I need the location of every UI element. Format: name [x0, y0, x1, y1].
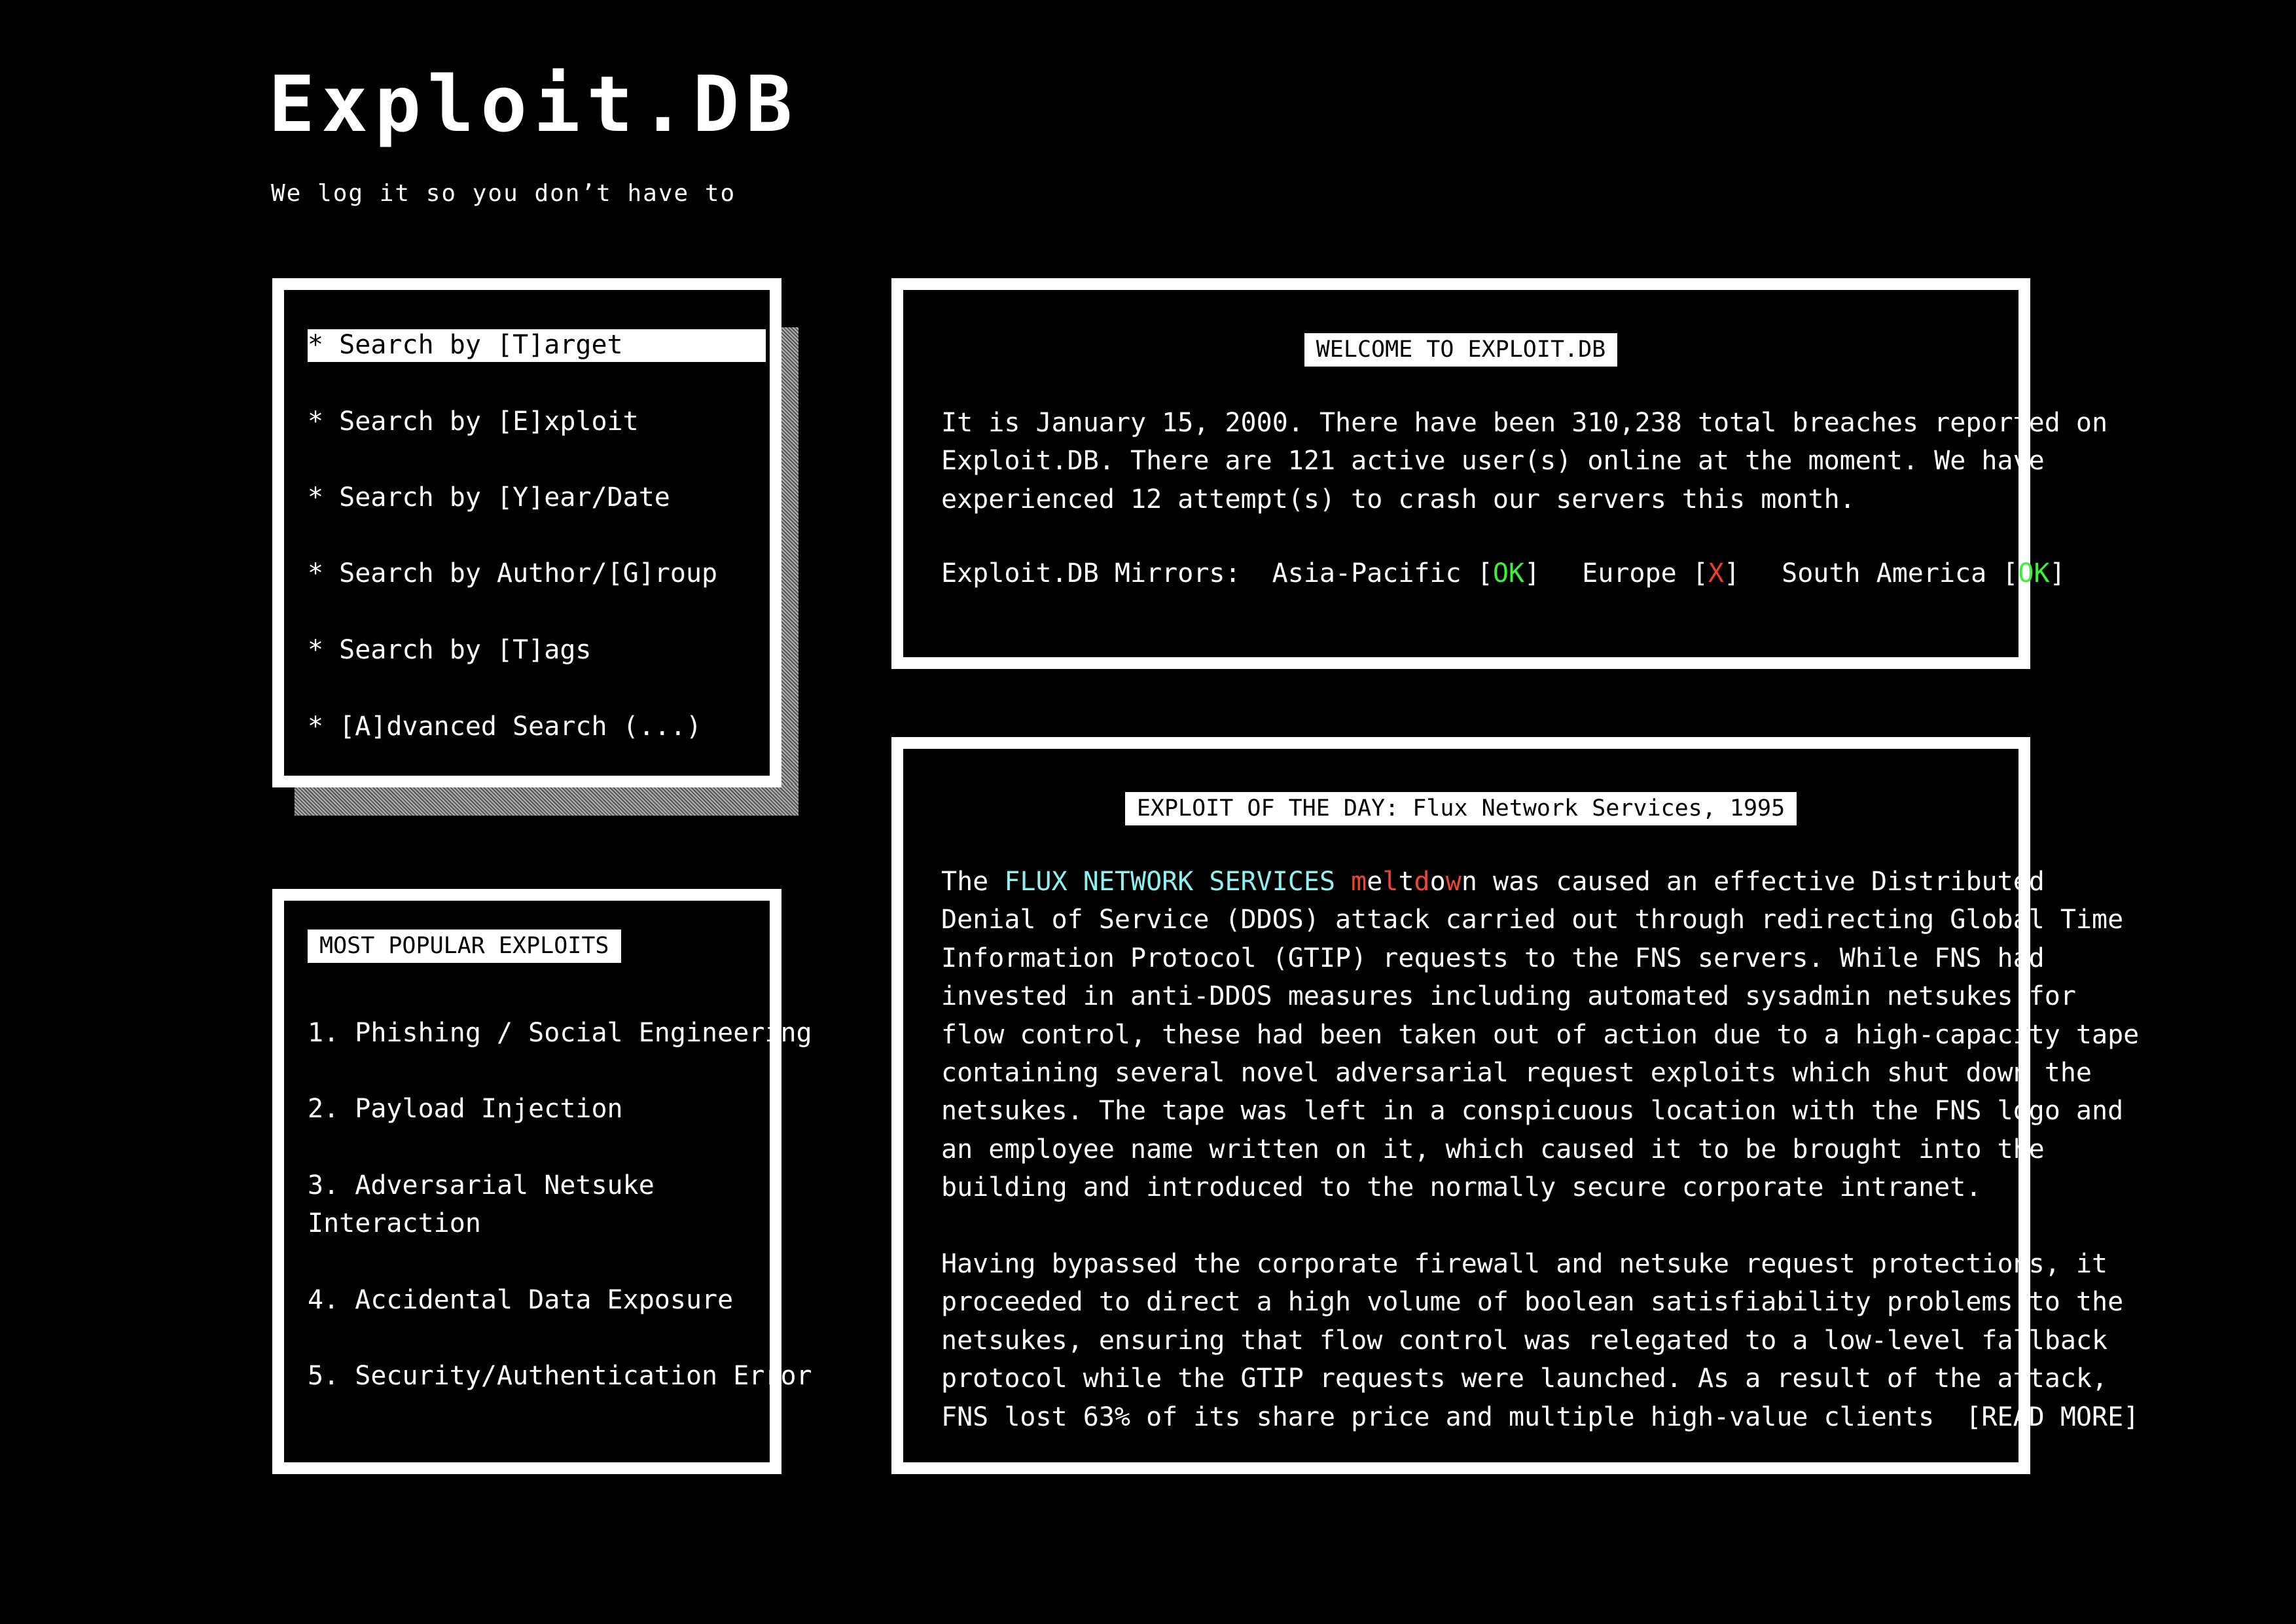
exploit-p1-line-6: netsukes. The tape was left in a conspic…	[941, 1096, 2124, 1127]
intro-company: FLUX NETWORK SERVICES	[1004, 867, 1336, 897]
exploit-p1-line-1: Denial of Service (DDOS) attack carried …	[941, 905, 2124, 935]
mirrors-status: Exploit.DB Mirrors: Asia-Pacific [OK] Eu…	[941, 560, 2066, 586]
meltdown-letter: o	[1429, 867, 1446, 897]
site-tagline: We log it so you don’t have to	[271, 180, 736, 207]
search-menu-shadow	[780, 327, 798, 816]
welcome-heading-wrap: WELCOME TO EXPLOIT.DB	[903, 333, 2018, 367]
exploit-p1-line-4: flow control, these had been taken out o…	[941, 1019, 2140, 1050]
exploit-p1-line-3: invested in anti-DDOS measures including…	[941, 981, 2076, 1012]
welcome-line-1: It is January 15, 2000. There have been …	[941, 408, 2108, 438]
exploit-body: The FLUX NETWORK SERVICES meltdown was c…	[941, 863, 2139, 1436]
exploit-last-line: FNS lost 63% of its share price and mult…	[941, 1401, 1935, 1432]
meltdown-letter: d	[1414, 867, 1430, 897]
welcome-heading: WELCOME TO EXPLOIT.DB	[1304, 333, 1618, 367]
read-more-link[interactable]: [READ MORE]	[1965, 1402, 2139, 1432]
exploit-heading-wrap: EXPLOIT OF THE DAY: Flux Network Service…	[903, 792, 2018, 825]
popular-item-5[interactable]: 5. Security/Authentication Error	[308, 1363, 812, 1389]
intro-suffix: was caused an effective Distributed	[1477, 867, 2045, 897]
mirrors-label: Exploit.DB Mirrors:	[941, 558, 1241, 588]
search-menu-shadow-bottom	[295, 784, 798, 816]
menu-search-target[interactable]: * Search by [T]arget	[308, 329, 766, 362]
welcome-line-2: Exploit.DB. There are 121 active user(s)…	[941, 446, 2045, 477]
exploit-p1-line-8: building and introduced to the normally …	[941, 1172, 1982, 1203]
welcome-line-3: experienced 12 attempt(s) to crash our s…	[941, 484, 1856, 514]
menu-search-tags[interactable]: * Search by [T]ags	[308, 637, 591, 663]
welcome-stats: It is January 15, 2000. There have been …	[941, 404, 2108, 518]
mirror-south-america-name: South America	[1782, 558, 1987, 588]
meltdown-letter: w	[1445, 867, 1462, 897]
popular-exploits-panel: MOST POPULAR EXPLOITS 1. Phishing / Soci…	[272, 889, 812, 1474]
popular-item-4[interactable]: 4. Accidental Data Exposure	[308, 1287, 733, 1313]
intro-prefix: The	[941, 867, 1005, 897]
mirror-south-america[interactable]: South America [OK]	[1782, 558, 2066, 588]
meltdown-letter: l	[1382, 867, 1399, 897]
search-menu-panel: * Search by [T]arget * Search by [E]xplo…	[272, 278, 781, 787]
site-title: Exploit.DB	[268, 59, 799, 149]
menu-advanced-search[interactable]: * [A]dvanced Search (...)	[308, 713, 702, 740]
menu-search-year[interactable]: * Search by [Y]ear/Date	[308, 484, 670, 511]
popular-item-2[interactable]: 2. Payload Injection	[308, 1096, 623, 1122]
mirror-asia-pacific-name: Asia-Pacific	[1272, 558, 1462, 588]
menu-search-exploit[interactable]: * Search by [E]xploit	[308, 408, 639, 435]
mirror-europe-name: Europe	[1582, 558, 1677, 588]
popular-item-3[interactable]: 3. Adversarial Netsuke	[308, 1172, 655, 1199]
welcome-panel: WELCOME TO EXPLOIT.DB It is January 15, …	[891, 278, 2108, 669]
exploit-heading: EXPLOIT OF THE DAY: Flux Network Service…	[1124, 792, 1797, 825]
mirror-asia-pacific-status: OK	[1492, 558, 1524, 588]
popular-heading-wrap: MOST POPULAR EXPLOITS	[308, 929, 621, 963]
popular-item-1[interactable]: 1. Phishing / Social Engineering	[308, 1020, 812, 1046]
meltdown-letter: n	[1461, 867, 1477, 897]
mirror-south-america-status: OK	[2018, 558, 2050, 588]
exploit-p1-line-2: Information Protocol (GTIP) requests to …	[941, 943, 2045, 973]
mirror-asia-pacific[interactable]: Asia-Pacific [OK]	[1272, 558, 1540, 588]
exploit-p2-line-2: proceeded to direct a high volume of boo…	[941, 1287, 2124, 1318]
exploit-p1-line-5: containing several novel adversarial req…	[941, 1058, 2092, 1089]
exploit-p2-line-1: Having bypassed the corporate firewall a…	[941, 1249, 2108, 1280]
popular-item-3-cont[interactable]: Interaction	[308, 1210, 481, 1236]
exploit-p1-line-7: an employee name written on it, which ca…	[941, 1134, 2045, 1164]
intro-meltdown: meltdown	[1351, 867, 1477, 897]
menu-search-author[interactable]: * Search by Author/[G]roup	[308, 560, 717, 586]
exploit-last-line-wrap: FNS lost 63% of its share price and mult…	[941, 1398, 2139, 1436]
meltdown-letter: e	[1367, 867, 1383, 897]
mirror-europe[interactable]: Europe [X]	[1582, 558, 1740, 588]
meltdown-letter: m	[1351, 867, 1367, 897]
meltdown-letter: t	[1398, 867, 1414, 897]
exploit-intro-line: The FLUX NETWORK SERVICES meltdown was c…	[941, 863, 2139, 901]
popular-heading: MOST POPULAR EXPLOITS	[308, 929, 621, 963]
exploit-p2-line-4: protocol while the GTIP requests were la…	[941, 1363, 2108, 1394]
mirror-europe-status: X	[1708, 558, 1724, 588]
exploit-p2-line-3: netsukes, ensuring that flow control was…	[941, 1325, 2108, 1356]
exploit-of-day-panel: EXPLOIT OF THE DAY: Flux Network Service…	[891, 737, 2139, 1474]
